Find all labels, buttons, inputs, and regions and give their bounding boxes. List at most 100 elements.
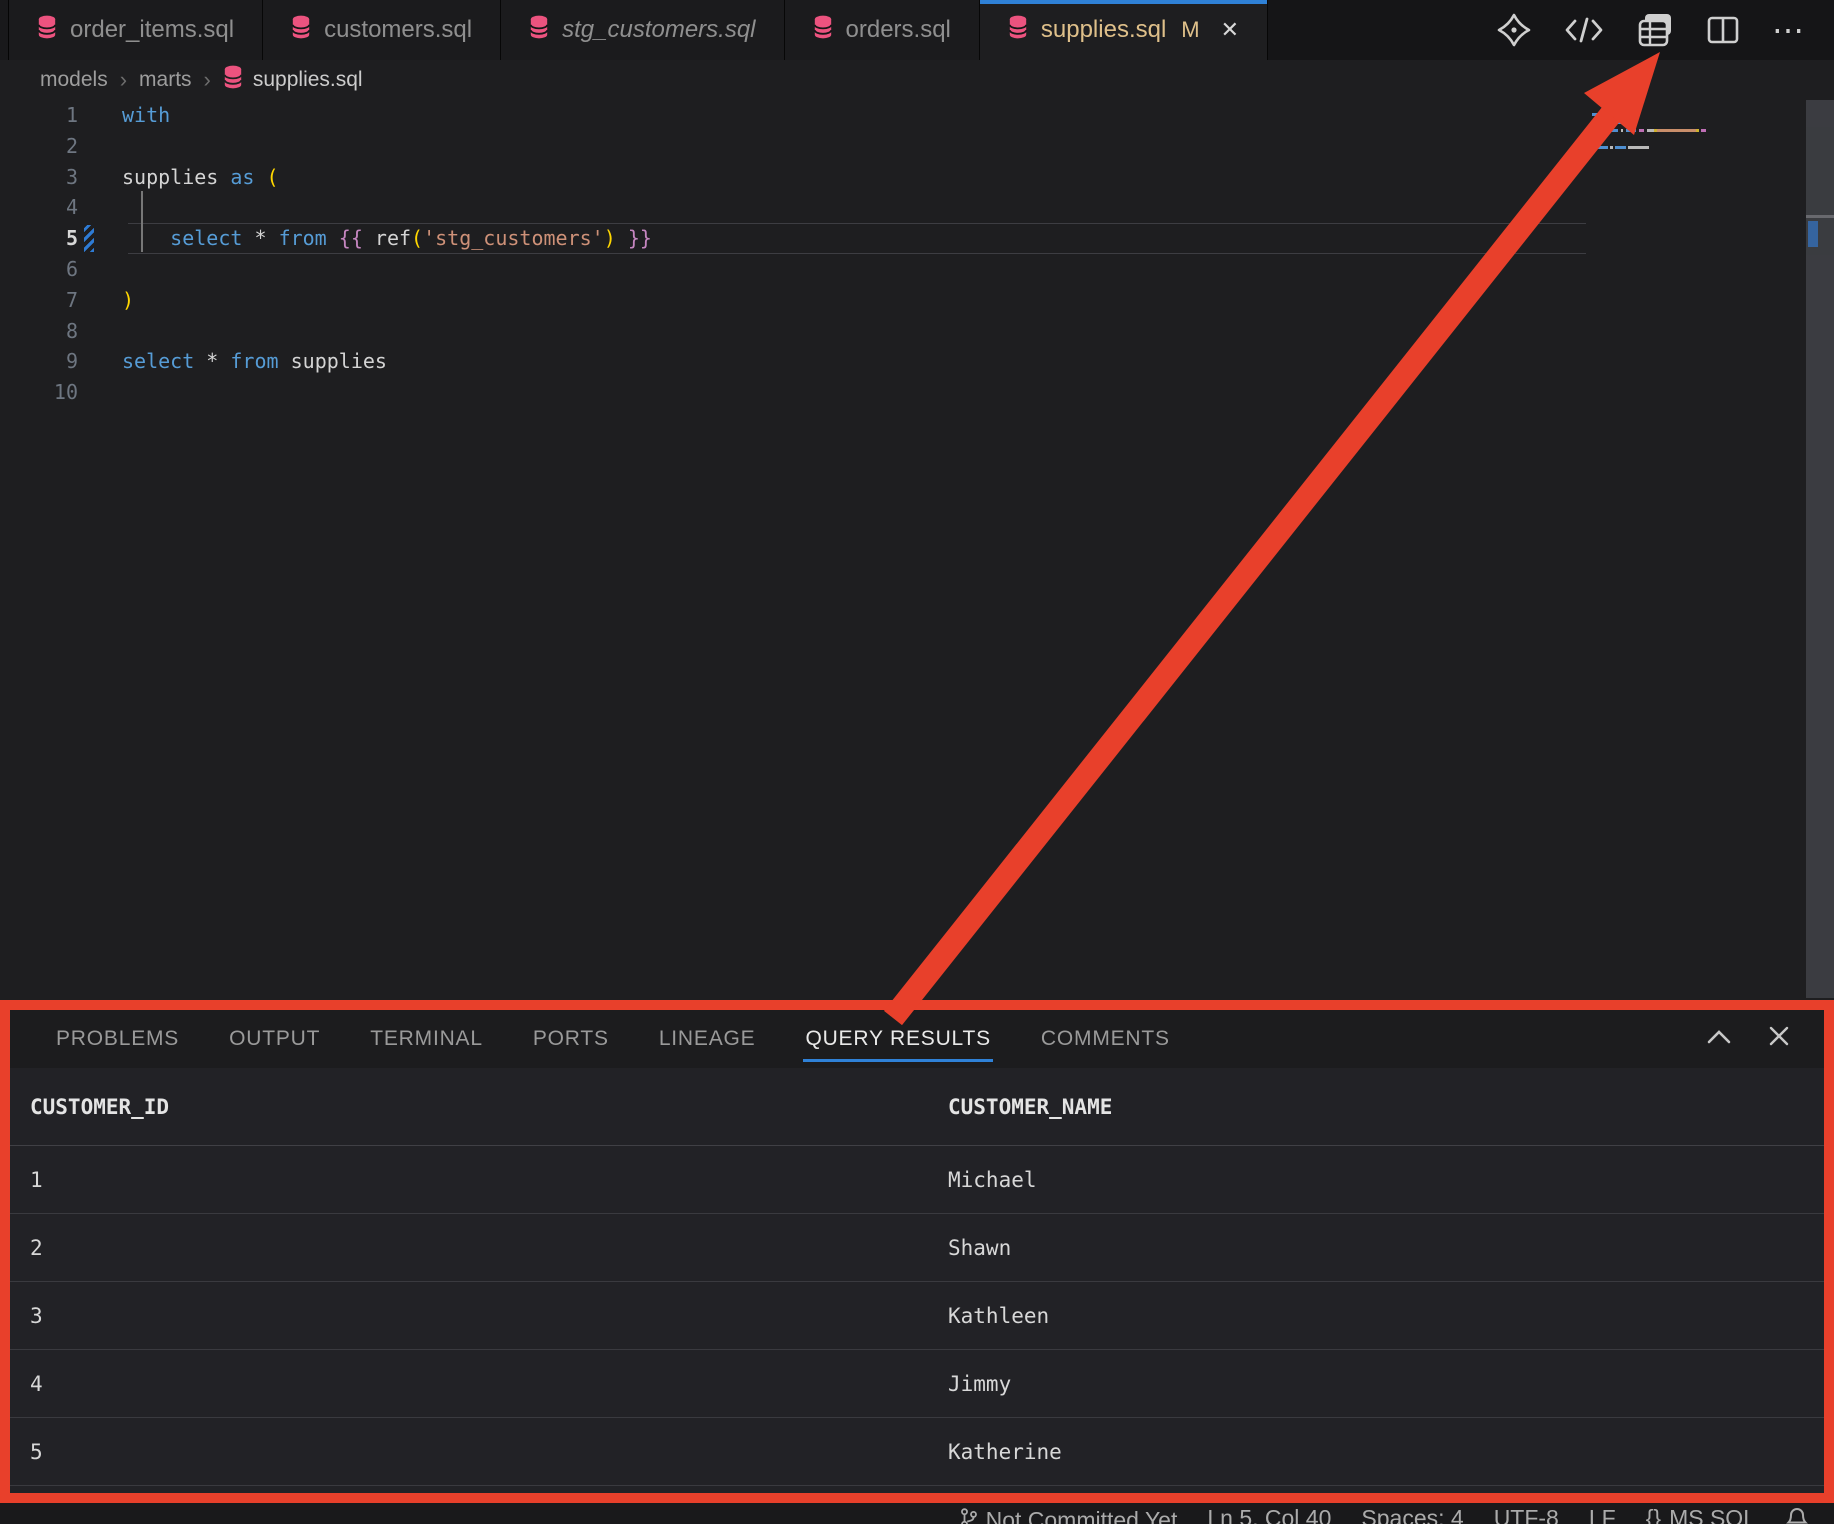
code-line-7[interactable]: 7) [0, 285, 1834, 316]
panel-tab-query-results[interactable]: QUERY RESULTS [803, 1012, 992, 1066]
vscode-window: order_items.sql customers.sql stg_customer… [0, 0, 1834, 1524]
overview-modified-marker [1808, 221, 1818, 247]
maximize-panel-chevron-icon[interactable] [1706, 1027, 1732, 1051]
database-icon [223, 65, 243, 95]
code-text [78, 192, 122, 223]
panel-tab-terminal[interactable]: TERMINAL [368, 1012, 485, 1066]
editor-tabs: order_items.sql customers.sql stg_customer… [9, 0, 1268, 60]
code-line-9[interactable]: 9select * from supplies [0, 346, 1834, 377]
panel-tab-ports[interactable]: PORTS [531, 1012, 611, 1066]
tab-stg_customers-sql[interactable]: stg_customers.sql [501, 0, 784, 60]
tab-label: customers.sql [324, 16, 472, 44]
cell-customer-id: 2 [30, 1236, 948, 1260]
more-actions-icon[interactable]: ⋯ [1772, 20, 1806, 40]
line-number: 9 [0, 346, 78, 377]
minimap-modified-marker [1588, 128, 1592, 136]
panel-tab-comments[interactable]: COMMENTS [1039, 1012, 1172, 1066]
line-number: 5 [0, 223, 78, 254]
cell-customer-name: Shawn [948, 1236, 1011, 1260]
breadcrumb: models › marts › supplies.sql [0, 60, 1834, 100]
code-line-2[interactable]: 2 [0, 131, 1834, 162]
database-icon [291, 15, 311, 46]
tab-supplies-sql[interactable]: supplies.sqlM✕ [980, 0, 1268, 60]
code-text: select * from {{ ref('stg_customers') }} [78, 223, 652, 254]
notifications-bell-icon[interactable] [1786, 1506, 1808, 1524]
breadcrumb-folder[interactable]: models [40, 68, 108, 92]
code-text [78, 377, 122, 408]
tab-label: order_items.sql [70, 16, 234, 44]
minimap[interactable] [1586, 100, 1806, 300]
line-number: 4 [0, 192, 78, 223]
bottom-panel: PROBLEMS OUTPUT TERMINAL PORTS LINEAGE QUERY … [10, 1010, 1824, 1493]
tab-orders-sql[interactable]: orders.sql [785, 0, 980, 60]
close-tab-icon[interactable]: ✕ [1221, 17, 1239, 43]
cell-customer-id: 5 [30, 1440, 948, 1464]
table-row[interactable]: 1Michael [10, 1146, 1824, 1214]
language-mode[interactable]: {} MS SQL [1646, 1506, 1756, 1524]
cell-customer-name: Kathleen [948, 1304, 1049, 1328]
minimap-line [1592, 129, 1706, 132]
cursor-position[interactable]: Ln 5, Col 40 [1207, 1506, 1331, 1524]
table-row[interactable]: 4Jimmy [10, 1350, 1824, 1418]
editor-actions: ⋯ [1468, 0, 1834, 60]
code-line-1[interactable]: 1with [0, 100, 1834, 131]
dbt-icon[interactable] [1496, 12, 1532, 48]
modified-badge: M [1181, 17, 1199, 43]
overview-current-line-marker [1806, 215, 1834, 218]
breadcrumb-file-label: supplies.sql [253, 68, 363, 92]
code-text [78, 131, 122, 162]
code-line-6[interactable]: 6 [0, 254, 1834, 285]
code-text: ) [78, 285, 134, 316]
code-editor[interactable]: 1with23supplies as (45 select * from {{ … [0, 100, 1834, 1000]
tab-order_items-sql[interactable]: order_items.sql [9, 0, 263, 60]
scm-label: Not Committed Yet [986, 1508, 1178, 1524]
code-line-10[interactable]: 10 [0, 377, 1834, 408]
eol-setting[interactable]: LF [1589, 1506, 1616, 1524]
line-number: 2 [0, 131, 78, 162]
chevron-right-icon: › [120, 67, 127, 93]
cell-customer-id: 3 [30, 1304, 948, 1328]
tabbar-left-strip [0, 0, 9, 60]
scrollbar[interactable] [1806, 100, 1834, 998]
database-icon [529, 15, 549, 46]
table-row[interactable]: 3Kathleen [10, 1282, 1824, 1350]
code-line-4[interactable]: 4 [0, 192, 1834, 223]
cell-customer-name: Michael [948, 1168, 1037, 1192]
editor-tab-bar: order_items.sql customers.sql stg_customer… [0, 0, 1834, 60]
code-line-8[interactable]: 8 [0, 316, 1834, 347]
panel-tab-bar: PROBLEMS OUTPUT TERMINAL PORTS LINEAGE QUERY … [10, 1010, 1824, 1068]
column-header[interactable]: CUSTOMER_ID [30, 1095, 948, 1119]
code-line-3[interactable]: 3supplies as ( [0, 162, 1834, 193]
code-text [78, 316, 122, 347]
indentation-setting[interactable]: Spaces: 4 [1361, 1506, 1463, 1524]
query-results-table-icon[interactable] [1636, 12, 1674, 48]
code-text: supplies as ( [78, 162, 279, 193]
line-number: 1 [0, 100, 78, 131]
minimap-line [1592, 146, 1649, 149]
braces-icon: {} [1646, 1506, 1661, 1524]
split-editor-icon[interactable] [1706, 15, 1740, 45]
status-bar: Not Committed Yet Ln 5, Col 40 Spaces: 4… [0, 1503, 1834, 1524]
code-text [78, 254, 122, 285]
line-number: 7 [0, 285, 78, 316]
breadcrumb-file[interactable]: supplies.sql [223, 65, 363, 95]
panel-tab-output[interactable]: OUTPUT [227, 1012, 322, 1066]
source-control-status[interactable]: Not Committed Yet [960, 1506, 1178, 1524]
database-icon [1008, 15, 1028, 46]
database-icon [813, 15, 833, 46]
tab-customers-sql[interactable]: customers.sql [263, 0, 501, 60]
tab-label: orders.sql [846, 16, 951, 44]
code-line-5[interactable]: 5 select * from {{ ref('stg_customers') … [0, 223, 1834, 254]
language-label: MS SQL [1669, 1506, 1756, 1524]
compile-code-icon[interactable] [1564, 15, 1604, 45]
panel-tab-problems[interactable]: PROBLEMS [54, 1012, 181, 1066]
database-icon [37, 15, 57, 46]
close-panel-icon[interactable] [1768, 1025, 1790, 1053]
encoding-setting[interactable]: UTF-8 [1494, 1506, 1559, 1524]
breadcrumb-folder[interactable]: marts [139, 68, 192, 92]
table-row[interactable]: 2Shawn [10, 1214, 1824, 1282]
panel-tab-lineage[interactable]: LINEAGE [657, 1012, 758, 1066]
chevron-right-icon: › [204, 67, 211, 93]
table-row[interactable]: 5Katherine [10, 1418, 1824, 1486]
column-header[interactable]: CUSTOMER_NAME [948, 1095, 1112, 1119]
